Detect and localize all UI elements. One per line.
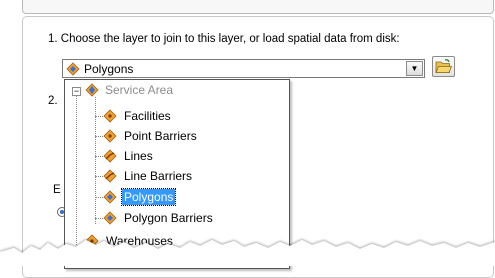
layer-dropdown-list[interactable]: − Service Area Facilities Point Barriers… [64, 79, 290, 269]
step2-number: 2. [48, 95, 58, 107]
tree-item-facilities[interactable]: Facilities [103, 107, 283, 125]
tree-item-polygon-barriers[interactable]: Polygon Barriers [103, 209, 283, 227]
dropdown-arrow-button[interactable]: ▼ [406, 61, 423, 76]
tree-connector [95, 116, 103, 117]
browse-button[interactable] [432, 56, 455, 77]
tree-connector [95, 218, 103, 219]
polygon-layer-icon [66, 62, 80, 76]
tree-item-label: Polygon Barriers [124, 211, 213, 225]
tree-root-warehouses[interactable]: Warehouses [85, 232, 285, 250]
network-analysis-layer-icon [85, 83, 99, 97]
tree-connector [95, 156, 103, 157]
step1-label: 1. Choose the layer to join to this laye… [48, 33, 400, 45]
open-folder-icon [433, 59, 454, 80]
tree-connector [76, 95, 77, 245]
tree-item-point-barriers[interactable]: Point Barriers [103, 127, 283, 145]
upper-group-frame [22, 0, 494, 14]
polygon-layer-icon [103, 211, 117, 225]
line-layer-icon [103, 169, 117, 183]
tree-item-label: Warehouses [106, 234, 173, 248]
tree-item-label: Facilities [124, 109, 171, 123]
tree-item-lines[interactable]: Lines [103, 147, 283, 165]
tree-connector [95, 197, 103, 198]
layer-select-value: Polygons [84, 62, 134, 76]
tree-item-label: Polygons [120, 188, 177, 206]
tree-connector [95, 136, 103, 137]
tree-item-line-barriers[interactable]: Line Barriers [103, 167, 283, 185]
polygon-layer-icon [103, 190, 117, 204]
tree-connector [95, 176, 103, 177]
collapse-icon[interactable]: − [72, 87, 81, 96]
tree-item-label: Lines [124, 149, 153, 163]
tree-item-label: Line Barriers [124, 169, 193, 183]
tree-root-service-area[interactable]: − Service Area [65, 81, 285, 99]
tree-item-label: Service Area [105, 83, 174, 97]
point-layer-icon [85, 234, 99, 248]
step-label-fragment: E [53, 184, 61, 196]
point-layer-icon [103, 109, 117, 123]
tree-item-label: Point Barriers [124, 129, 197, 143]
point-layer-icon [103, 129, 117, 143]
join-data-dialog: 1. Choose the layer to join to this laye… [0, 0, 495, 278]
line-layer-icon [103, 149, 117, 163]
tree-item-polygons[interactable]: Polygons [103, 188, 283, 206]
layer-select-combo[interactable]: Polygons ▼ [62, 59, 425, 78]
